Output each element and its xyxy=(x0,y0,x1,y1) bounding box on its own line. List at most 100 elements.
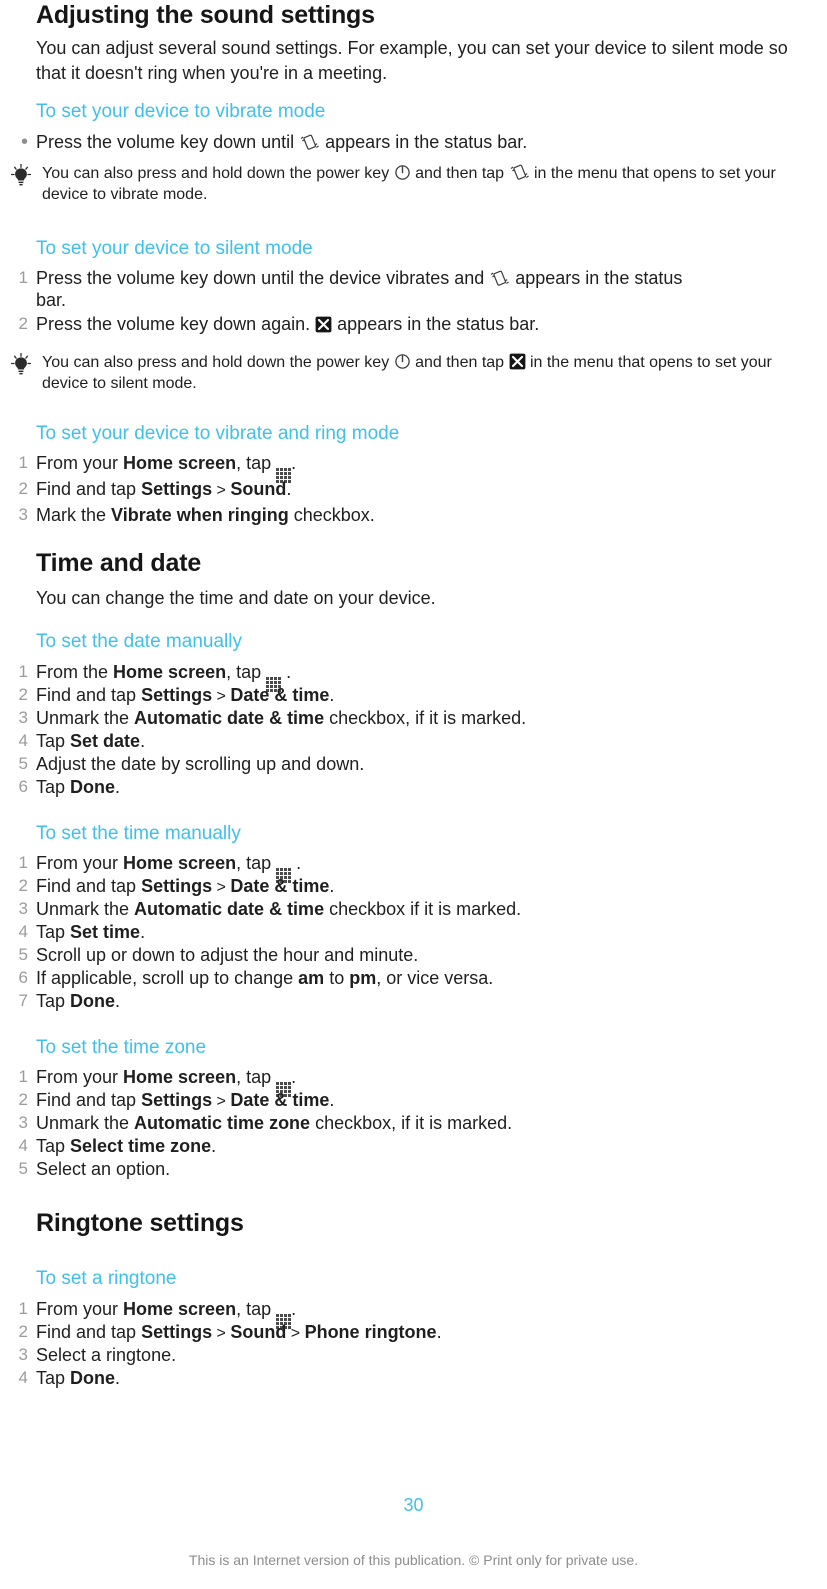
list-number-marker: 4 xyxy=(18,922,28,941)
step-pre: Find and tap xyxy=(36,685,142,705)
step-text: Unmark the Automatic date & time checkbo… xyxy=(36,898,819,920)
step-text: Scroll up or down to adjust the hour and… xyxy=(36,944,819,966)
step-text: Find and tap Settings > Date & time. xyxy=(36,684,819,708)
step-bold-1: Settings xyxy=(141,1090,213,1110)
step-separator: > xyxy=(212,1093,231,1110)
tip-text-part2: and then tap xyxy=(410,354,509,371)
step-post: . xyxy=(115,777,121,797)
list-number-marker: 2 xyxy=(18,1322,28,1341)
list-number-marker: 1 xyxy=(18,453,28,472)
step-post: . xyxy=(329,876,335,896)
list-number-marker: 2 xyxy=(18,1090,28,1109)
step-bold-1: Done xyxy=(70,777,116,797)
tip-lightbulb-icon xyxy=(8,352,34,378)
step-text: Select a ringtone. xyxy=(36,1344,819,1366)
vibrate-icon xyxy=(509,163,530,181)
step-pre: Mark the xyxy=(36,505,112,525)
procedure-title-time-manually: To set the time manually xyxy=(36,823,241,844)
step-bold-1: am xyxy=(298,968,325,988)
list-number-marker: 1 xyxy=(18,1067,28,1086)
list-number-marker: 1 xyxy=(18,853,28,872)
step-text-before: Press the volume key down until the devi… xyxy=(36,268,490,288)
step-pre: From your xyxy=(36,453,124,473)
step-mid: , tap xyxy=(236,1299,277,1319)
step-post: . xyxy=(291,453,297,473)
step-post: checkbox. xyxy=(288,505,375,525)
list-number-marker: 4 xyxy=(18,1136,28,1155)
step-bold-1: Settings xyxy=(141,685,213,705)
step-text: Tap Done. xyxy=(36,990,819,1012)
step-pre: Tap xyxy=(36,731,71,751)
step-post: . xyxy=(291,1067,297,1087)
step-text: Press the volume key down again. appears… xyxy=(36,313,819,335)
list-number-marker: 4 xyxy=(18,731,28,750)
step-text: Find and tap Settings > Sound. xyxy=(36,478,819,502)
section-title-ringtone: Ringtone settings xyxy=(36,1209,244,1237)
tip-text: You can also press and hold down the pow… xyxy=(42,163,807,205)
step-post: , or vice versa. xyxy=(376,968,494,988)
step-separator-2: > xyxy=(286,1325,305,1342)
step-bold-1: Settings xyxy=(141,876,213,896)
step-bold-1: Home screen xyxy=(113,662,227,682)
list-number-marker: 2 xyxy=(18,876,28,895)
procedure-title-time-zone: To set the time zone xyxy=(36,1037,207,1058)
step-bold-1: Settings xyxy=(141,1322,213,1342)
step-separator: > xyxy=(212,879,231,896)
step-text-after: appears in the status bar. xyxy=(332,314,540,334)
step-bold-2: Date & time xyxy=(230,685,330,705)
step-text: Find and tap Settings > Sound > Phone ri… xyxy=(36,1321,819,1345)
step-pre: From your xyxy=(36,1067,124,1087)
vibrate-icon xyxy=(489,269,510,287)
step-text: Unmark the Automatic time zone checkbox,… xyxy=(36,1112,819,1134)
step-bold-1: Select time zone xyxy=(70,1136,212,1156)
step-pre: Tap xyxy=(36,991,71,1011)
step-post: . xyxy=(291,853,302,873)
list-bullet-marker: • xyxy=(20,131,28,153)
step-post: . xyxy=(286,479,292,499)
step-bold-1: Set time xyxy=(70,922,141,942)
step-separator: > xyxy=(212,688,231,705)
tip-text-part1: You can also press and hold down the pow… xyxy=(42,354,394,371)
step-pre: Tap xyxy=(36,777,71,797)
step-pre: Find and tap xyxy=(36,1322,142,1342)
step-post: . xyxy=(291,1299,297,1319)
step-bold-1: Vibrate when ringing xyxy=(111,505,289,525)
step-bold-1: Done xyxy=(70,1368,116,1388)
step-text-after: appears in the status bar. xyxy=(320,132,528,152)
step-pre: Find and tap xyxy=(36,1090,142,1110)
step-text: Select an option. xyxy=(36,1158,819,1180)
list-number-marker: 3 xyxy=(18,1345,28,1364)
list-number-marker: 4 xyxy=(18,1368,28,1387)
step-post: . xyxy=(281,662,292,682)
step-post: . xyxy=(115,1368,121,1388)
step-text: Tap Done. xyxy=(36,776,819,798)
step-pre: Tap xyxy=(36,922,71,942)
step-post: . xyxy=(436,1322,442,1342)
step-pre: Find and tap xyxy=(36,876,142,896)
step-pre: Unmark the xyxy=(36,1113,135,1133)
section-intro-sound: You can adjust several sound settings. F… xyxy=(36,38,788,83)
step-text: Find and tap Settings > Date & time. xyxy=(36,875,819,899)
list-number-marker: 3 xyxy=(18,899,28,918)
step-mid: , tap xyxy=(226,662,267,682)
list-number-marker: 2 xyxy=(18,314,28,333)
step-mid: , tap xyxy=(236,853,277,873)
list-number-marker: 2 xyxy=(18,479,28,498)
step-pre: Select an option. xyxy=(36,1159,171,1179)
step-bold-2: Sound xyxy=(230,479,287,499)
step-bold-3: Phone ringtone xyxy=(304,1322,437,1342)
step-text: Press the volume key down until the devi… xyxy=(36,267,717,311)
step-post: . xyxy=(115,991,121,1011)
step-post: . xyxy=(329,685,335,705)
list-number-marker: 5 xyxy=(18,945,28,964)
silent-mode-icon xyxy=(315,316,332,333)
step-bold-2: Sound xyxy=(230,1322,287,1342)
step-pre: From your xyxy=(36,853,124,873)
step-bold-2: Date & time xyxy=(230,876,330,896)
step-bold-2: Date & time xyxy=(230,1090,330,1110)
list-number-marker: 3 xyxy=(18,505,28,524)
silent-mode-icon xyxy=(509,353,526,370)
step-pre: Select a ringtone. xyxy=(36,1345,177,1365)
step-bold-1: Set date xyxy=(70,731,141,751)
step-bold-1: Automatic date & time xyxy=(134,708,325,728)
